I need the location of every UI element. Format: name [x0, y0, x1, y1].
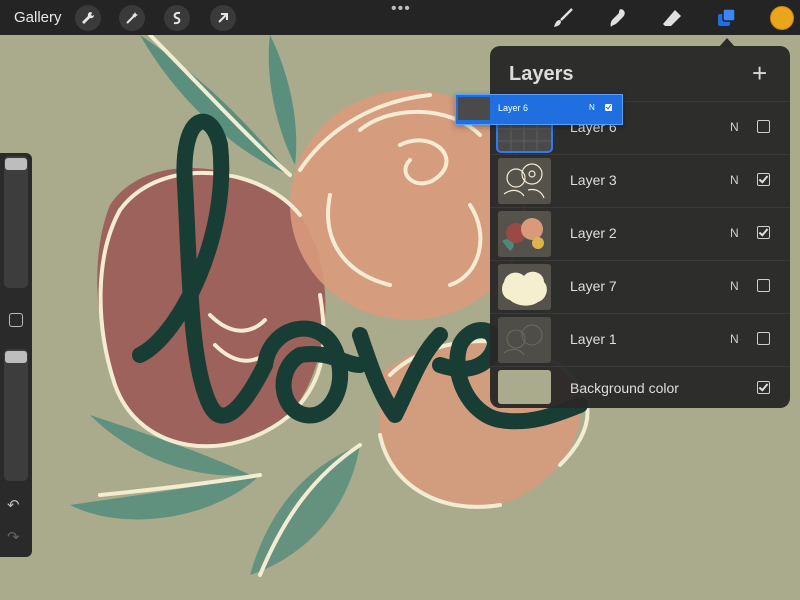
- layer-row[interactable]: Layer 1 N: [490, 313, 790, 367]
- layer-thumbnail[interactable]: [498, 211, 551, 257]
- layer-visibility-checkbox[interactable]: [757, 120, 770, 133]
- layer-row[interactable]: Layer 7 N: [490, 260, 790, 314]
- wrench-icon[interactable]: [75, 5, 101, 31]
- undo-icon[interactable]: ↶: [7, 496, 20, 514]
- layer-name: Layer 1: [570, 331, 617, 347]
- layer-visibility-checkbox[interactable]: [757, 226, 770, 239]
- current-color-swatch[interactable]: [770, 6, 794, 30]
- blend-mode-button[interactable]: N: [730, 120, 739, 134]
- eyedropper-modifier-button[interactable]: [9, 313, 23, 327]
- eraser-icon[interactable]: [658, 4, 686, 32]
- brush-icon[interactable]: [549, 4, 577, 32]
- more-options-icon[interactable]: •••: [391, 0, 411, 18]
- left-sidebar: ↶ ↷: [0, 153, 32, 557]
- redo-icon[interactable]: ↷: [7, 528, 20, 546]
- layer-name: Layer 7: [570, 278, 617, 294]
- dragged-layer[interactable]: Layer 6 N: [455, 94, 623, 125]
- dragged-layer-name: Layer 6: [498, 103, 529, 113]
- selection-icon[interactable]: [164, 5, 190, 31]
- background-visibility-checkbox[interactable]: [757, 381, 770, 394]
- blend-mode-button[interactable]: N: [730, 332, 739, 346]
- layers-icon[interactable]: [713, 4, 741, 32]
- layer-row[interactable]: Layer 3 N: [490, 154, 790, 208]
- layer-visibility-checkbox[interactable]: [757, 173, 770, 186]
- dragged-layer-mode: N: [589, 103, 595, 112]
- layer-thumbnail[interactable]: [498, 317, 551, 363]
- add-layer-button[interactable]: +: [752, 58, 767, 89]
- dragged-layer-checkbox: [605, 104, 612, 111]
- blend-mode-button[interactable]: N: [730, 226, 739, 240]
- smudge-icon[interactable]: [604, 4, 632, 32]
- blend-mode-button[interactable]: N: [730, 279, 739, 293]
- blend-mode-button[interactable]: N: [730, 173, 739, 187]
- panel-title: Layers: [509, 63, 574, 85]
- layer-name: Layer 2: [570, 225, 617, 241]
- layer-name: Background color: [570, 380, 679, 396]
- brush-size-slider[interactable]: [4, 156, 28, 288]
- layer-thumbnail[interactable]: [498, 264, 551, 310]
- background-color-row[interactable]: Background color: [490, 366, 790, 409]
- layer-name: Layer 3: [570, 172, 617, 188]
- brush-opacity-slider[interactable]: [4, 349, 28, 481]
- gallery-button[interactable]: Gallery: [14, 9, 62, 26]
- transform-arrow-icon[interactable]: [210, 5, 236, 31]
- layer-visibility-checkbox[interactable]: [757, 279, 770, 292]
- magic-wand-icon[interactable]: [119, 5, 145, 31]
- background-color-swatch[interactable]: [498, 370, 551, 404]
- brush-size-handle[interactable]: [5, 158, 27, 170]
- layer-visibility-checkbox[interactable]: [757, 332, 770, 345]
- layer-thumbnail[interactable]: [498, 158, 551, 204]
- top-toolbar: Gallery •••: [0, 0, 800, 35]
- brush-opacity-handle[interactable]: [5, 351, 27, 363]
- layer-row[interactable]: Layer 2 N: [490, 207, 790, 261]
- dragged-layer-thumbnail: [458, 97, 490, 120]
